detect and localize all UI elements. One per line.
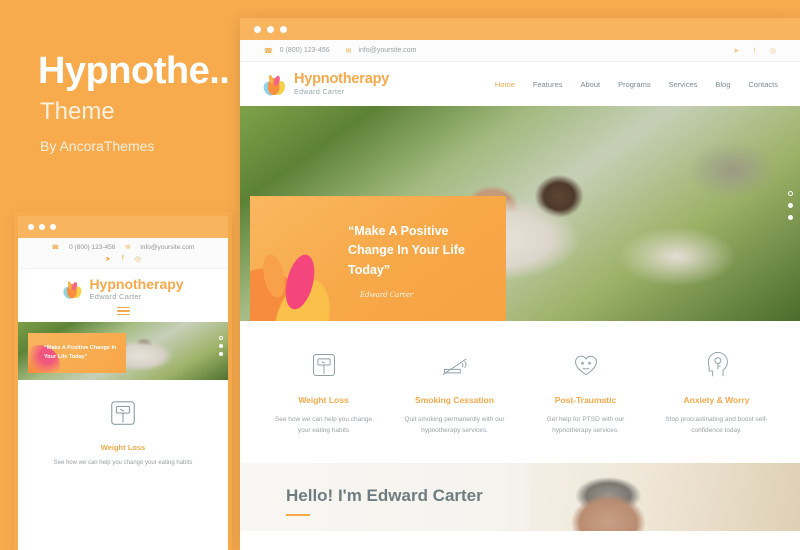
no-smoking-icon bbox=[393, 349, 516, 381]
window-dot-close[interactable] bbox=[254, 25, 261, 33]
window-dot-minimize[interactable] bbox=[39, 224, 45, 230]
mobile-service-desc: See how we can help you change your eati… bbox=[53, 460, 193, 467]
menu-item-blog[interactable]: Blog bbox=[715, 80, 730, 89]
mobile-slider-dots[interactable] bbox=[219, 336, 223, 357]
mobile-titlebar bbox=[18, 216, 228, 238]
hero-quote-panel: “Make A Positive Change In Your Life Tod… bbox=[250, 196, 506, 321]
site-logo-tagline: Edward Carter bbox=[294, 88, 345, 96]
service-title: Weight Loss bbox=[298, 395, 349, 405]
window-dot-maximize[interactable] bbox=[50, 224, 56, 230]
phone-icon: ☎ bbox=[264, 47, 273, 55]
mobile-topbar: ☎ 0 (800) 123-456 ✉ info@yoursite.com ➤ … bbox=[18, 238, 228, 269]
lotus-flower-icon bbox=[263, 75, 286, 96]
about-portrait-image bbox=[530, 462, 800, 531]
weight-scale-icon bbox=[262, 349, 385, 381]
site-navbar: Hypnotherapy Edward Carter Home Features… bbox=[240, 62, 800, 106]
topbar-social-links: ➤ f ◎ bbox=[733, 46, 776, 55]
slider-dot-3[interactable] bbox=[219, 352, 223, 357]
promo-author: By AncoraThemes bbox=[40, 138, 155, 154]
topbar-phone[interactable]: ☎ 0 (800) 123-456 bbox=[264, 47, 330, 55]
service-desc: Stop procrastinating and boost self-conf… bbox=[665, 416, 768, 435]
mobile-hero: “Make A Positive Change In Your Life Tod… bbox=[18, 322, 228, 381]
promo-title: Hypnothe.. bbox=[38, 50, 230, 92]
about-underline bbox=[286, 513, 310, 516]
topbar-phone-text: 0 (800) 123-456 bbox=[279, 47, 330, 54]
hero-slider-dots[interactable] bbox=[788, 191, 793, 220]
menu-item-about[interactable]: About bbox=[580, 80, 600, 89]
mobile-header: Hypnotherapy Edward Carter bbox=[18, 269, 228, 323]
envelope-icon: ✉ bbox=[125, 245, 131, 251]
instagram-icon[interactable]: ◎ bbox=[769, 46, 776, 55]
service-title: Post-Traumatic bbox=[554, 395, 617, 405]
about-heading: Hello! I'm Edward Carter bbox=[286, 485, 483, 505]
services-section: Weight Loss See how we can help you chan… bbox=[240, 321, 800, 463]
service-card-post-traumatic[interactable]: Post-Traumatic Get help for PTSD with ou… bbox=[524, 349, 647, 437]
mobile-preview: ☎ 0 (800) 123-456 ✉ info@yoursite.com ➤ … bbox=[14, 212, 232, 550]
menu-item-services[interactable]: Services bbox=[669, 80, 698, 89]
window-dot-minimize[interactable] bbox=[267, 25, 274, 33]
menu-item-home[interactable]: Home bbox=[495, 80, 515, 89]
twitter-icon[interactable]: ➤ bbox=[105, 255, 111, 263]
service-card-anxiety-worry[interactable]: Anxiety & Worry Stop procrastinating and… bbox=[655, 349, 778, 437]
mobile-logo-tagline: Edward Carter bbox=[89, 291, 142, 301]
service-desc: Quit smoking permanently with our hypnot… bbox=[404, 416, 505, 435]
facebook-icon[interactable]: f bbox=[122, 255, 124, 263]
instagram-icon[interactable]: ◎ bbox=[135, 255, 141, 263]
facebook-icon[interactable]: f bbox=[753, 46, 755, 55]
topbar-email-text: info@yoursite.com bbox=[358, 47, 417, 54]
window-dot-close[interactable] bbox=[28, 224, 34, 230]
slider-dot-2[interactable] bbox=[219, 344, 223, 349]
service-card-smoking-cessation[interactable]: Smoking Cessation Quit smoking permanent… bbox=[393, 349, 516, 437]
slider-dot-1[interactable] bbox=[219, 336, 223, 341]
site-logo-name: Hypnotherapy bbox=[294, 71, 390, 88]
mobile-phone[interactable]: 0 (800) 123-456 bbox=[69, 244, 115, 251]
twitter-icon[interactable]: ➤ bbox=[733, 46, 739, 55]
hamburger-menu-icon[interactable] bbox=[116, 306, 130, 316]
mobile-logo[interactable]: Hypnotherapy Edward Carter bbox=[18, 277, 228, 301]
browser-titlebar bbox=[240, 18, 800, 40]
slider-dot-2[interactable] bbox=[788, 203, 793, 208]
menu-item-contacts[interactable]: Contacts bbox=[748, 80, 778, 89]
slider-dot-1[interactable] bbox=[788, 191, 793, 196]
hero-slider: “Make A Positive Change In Your Life Tod… bbox=[240, 106, 800, 321]
main-menu: Home Features About Programs Services Bl… bbox=[495, 80, 778, 89]
envelope-icon: ✉ bbox=[345, 47, 352, 55]
heart-face-icon bbox=[524, 349, 647, 381]
service-desc: See how we can help you change your eati… bbox=[274, 416, 373, 435]
service-desc: Get help for PTSD with our hypnotherapy … bbox=[546, 416, 625, 435]
weight-scale-icon bbox=[28, 398, 218, 433]
about-section: Hello! I'm Edward Carter bbox=[240, 462, 800, 531]
lotus-flower-icon bbox=[63, 281, 82, 299]
topbar-email[interactable]: ✉ info@yoursite.com bbox=[346, 47, 417, 55]
mobile-hero-quote: “Make A Positive Change In Your Life Tod… bbox=[44, 345, 117, 361]
hero-quote: “Make A Positive Change In Your Life Tod… bbox=[348, 224, 465, 277]
mobile-email[interactable]: info@yoursite.com bbox=[140, 244, 194, 251]
desktop-preview: ☎ 0 (800) 123-456 ✉ info@yoursite.com ➤ … bbox=[240, 18, 800, 550]
menu-item-programs[interactable]: Programs bbox=[618, 80, 651, 89]
service-title: Anxiety & Worry bbox=[683, 395, 750, 405]
window-dot-maximize[interactable] bbox=[280, 25, 287, 33]
head-key-icon bbox=[655, 349, 778, 381]
mobile-service-title: Weight Loss bbox=[100, 443, 146, 453]
promo-subtitle: Theme bbox=[40, 98, 115, 125]
mobile-contact-row: ☎ 0 (800) 123-456 ✉ info@yoursite.com bbox=[18, 244, 228, 251]
mobile-hero-overlay: “Make A Positive Change In Your Life Tod… bbox=[28, 333, 126, 374]
menu-item-features[interactable]: Features bbox=[533, 80, 563, 89]
service-card-weight-loss[interactable]: Weight Loss See how we can help you chan… bbox=[262, 349, 385, 437]
slider-dot-3[interactable] bbox=[788, 215, 793, 220]
mobile-service-card: Weight Loss See how we can help you chan… bbox=[18, 380, 228, 469]
hero-signature: Edward Carter bbox=[360, 291, 413, 299]
service-title: Smoking Cessation bbox=[415, 395, 494, 405]
site-logo[interactable]: Hypnotherapy Edward Carter bbox=[262, 71, 389, 97]
site-topbar: ☎ 0 (800) 123-456 ✉ info@yoursite.com ➤ … bbox=[240, 40, 800, 62]
phone-icon: ☎ bbox=[51, 245, 60, 251]
mobile-logo-name: Hypnotherapy bbox=[89, 276, 184, 292]
mobile-social-links: ➤ f ◎ bbox=[18, 255, 228, 263]
lotus-decoration-icon bbox=[250, 254, 330, 321]
